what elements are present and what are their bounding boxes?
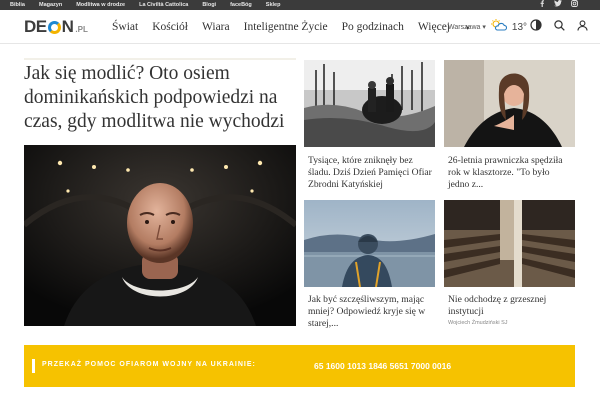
instagram-icon[interactable] (571, 0, 578, 11)
card-image-lake[interactable] (304, 200, 435, 287)
banner-accent-bar (32, 359, 35, 373)
card-title-katyn[interactable]: Tysiące, które zniknęły bez śladu. Dziś … (308, 155, 432, 191)
utility-link-blogi[interactable]: Blogi (202, 0, 216, 10)
menu-item-kosciol[interactable]: Kościół (152, 21, 188, 33)
weather-widget[interactable]: Warszawa ▾ 13° (448, 10, 527, 44)
facebook-icon[interactable] (539, 0, 545, 11)
lead-article-image[interactable] (24, 145, 296, 326)
utility-link-facebog[interactable]: faceBóg (230, 0, 252, 10)
top-utility-bar: Biblia Magazyn Modlitwa w drodze La Civi… (0, 0, 600, 10)
user-account-icon[interactable] (577, 18, 588, 36)
card-title-happier[interactable]: Jak być szczęśliwszym, mając mniej? Odpo… (308, 294, 432, 330)
menu-item-swiat[interactable]: Świat (112, 21, 138, 33)
menu-item-wiecej-label: Więcej (417, 21, 450, 33)
utility-link-modlitwa[interactable]: Modlitwa w drodze (76, 0, 125, 10)
utility-links: Biblia Magazyn Modlitwa w drodze La Civi… (10, 0, 280, 10)
logo-suffix: .PL (75, 25, 88, 34)
search-icon[interactable] (554, 18, 565, 36)
card-image-katyn[interactable] (304, 60, 435, 147)
menu-item-wiara[interactable]: Wiara (202, 21, 230, 33)
ukraine-help-banner[interactable]: PRZEKAŻ POMOC OFIAROM WOJNY NA UKRAINIE:… (24, 345, 575, 387)
card-title-church[interactable]: Nie odchodzę z grzesznej instytucji (448, 294, 572, 318)
utility-link-magazyn[interactable]: Magazyn (39, 0, 62, 10)
weather-city-name: Warszawa (448, 24, 481, 31)
logo-text-de: DE (24, 17, 47, 36)
lead-divider (24, 58, 296, 60)
weather-city: Warszawa ▾ (448, 23, 486, 31)
banner-account-number: 65 1600 1013 1846 5651 7000 0016 (314, 361, 452, 371)
logo-ring-icon (47, 20, 61, 34)
main-navigation: DE N .PL Świat Kościół Wiara Inteligentn… (0, 10, 600, 44)
utility-link-biblia[interactable]: Biblia (10, 0, 25, 10)
contrast-toggle-icon[interactable] (530, 18, 542, 36)
menu-item-inteligentne-zycie[interactable]: Inteligentne Życie (244, 21, 328, 33)
utility-link-sklep[interactable]: Sklep (266, 0, 281, 10)
twitter-icon[interactable] (554, 0, 562, 11)
banner-label: PRZEKAŻ POMOC OFIAROM WOJNY NA UKRAINIE: (42, 361, 256, 368)
partly-cloudy-icon (490, 18, 507, 36)
card-image-church[interactable] (444, 200, 575, 287)
logo-text-n: N (61, 17, 74, 36)
utility-link-civilta[interactable]: La Civiltà Cattolica (139, 0, 188, 10)
card-title-lawyer[interactable]: 26-letnia prawniczka spędziła rok w klas… (448, 155, 572, 191)
deon-logo[interactable]: DE N .PL (24, 17, 88, 36)
lead-article-title[interactable]: Jak się modlić? Oto osiem dominikańskich… (24, 62, 296, 134)
card-author-church[interactable]: Wojciech Żmudziński SJ (448, 320, 508, 326)
social-links (539, 0, 578, 10)
primary-menu: Świat Kościół Wiara Inteligentne Życie P… (112, 10, 498, 44)
weather-temperature: 13° (511, 21, 528, 33)
chevron-down-icon: ▾ (482, 24, 486, 31)
card-image-lawyer[interactable] (444, 60, 575, 147)
nav-tools (530, 10, 588, 44)
menu-item-po-godzinach[interactable]: Po godzinach (342, 21, 404, 33)
